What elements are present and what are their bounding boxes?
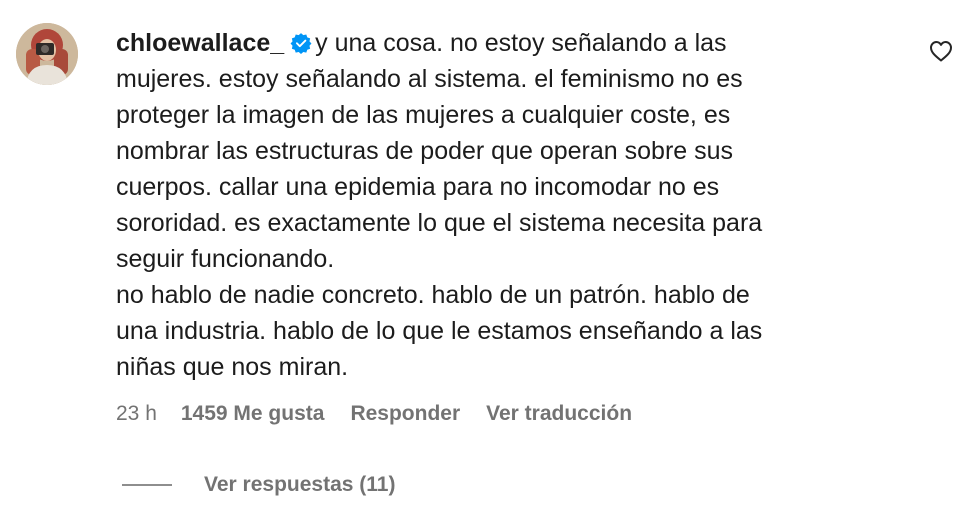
- reply-button[interactable]: Responder: [350, 402, 460, 426]
- avatar-image: [16, 23, 78, 85]
- verified-badge-icon: [290, 33, 312, 54]
- comment-text-block: chloewallace_ y una cosa. no estoy señala…: [116, 25, 906, 385]
- comment-line: no hablo de nadie concreto. hablo de un …: [116, 281, 750, 309]
- translate-button[interactable]: Ver traducción: [486, 402, 632, 426]
- comment-line: sororidad. es exactamente lo que el sist…: [116, 209, 763, 237]
- username[interactable]: chloewallace_: [116, 29, 284, 57]
- likes-count[interactable]: 1459 Me gusta: [181, 402, 325, 426]
- timestamp[interactable]: 23 h: [116, 402, 157, 426]
- comment-line: una industria. hablo de lo que le estamo…: [116, 317, 763, 345]
- comment-body: chloewallace_ y una cosa. no estoy señala…: [116, 25, 906, 385]
- comment-line: niñas que nos miran.: [116, 353, 349, 381]
- comment-line: mujeres. estoy señalando al sistema. el …: [116, 65, 743, 93]
- view-replies-button[interactable]: Ver respuestas (11): [122, 470, 395, 500]
- comment-line: proteger la imagen de las mujeres a cual…: [116, 101, 731, 129]
- comment-line: seguir funcionando.: [116, 245, 335, 273]
- comment-meta: 23 h 1459 Me gusta Responder Ver traducc…: [116, 399, 632, 429]
- comment-line: nombrar las estructuras de poder que ope…: [116, 137, 734, 165]
- comment-line: y una cosa. no estoy señalando a las: [315, 29, 727, 57]
- view-replies-label: Ver respuestas (11): [204, 473, 396, 496]
- heart-icon[interactable]: [929, 40, 953, 62]
- comment-line: cuerpos. callar una epidemia para no inc…: [116, 173, 720, 201]
- avatar[interactable]: [16, 23, 78, 85]
- replies-divider: [122, 484, 172, 486]
- comment: chloewallace_ y una cosa. no estoy señala…: [0, 0, 974, 518]
